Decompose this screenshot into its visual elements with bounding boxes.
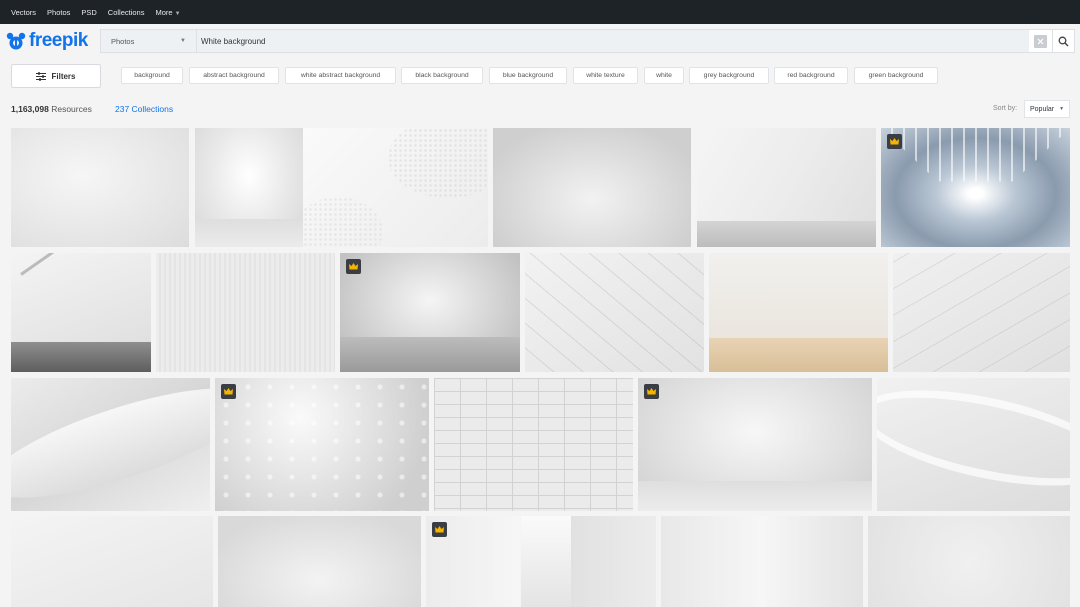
- collections-link[interactable]: 237 Collections: [115, 104, 173, 114]
- tag-blue-background[interactable]: blue background: [489, 67, 567, 84]
- nav-more-label: More: [155, 7, 173, 17]
- crown-icon: [435, 526, 444, 533]
- sort-select[interactable]: Popular ▼: [1024, 100, 1070, 118]
- image-thumbnail[interactable]: [661, 516, 863, 607]
- header: freepik Photos ▼: [0, 24, 1080, 58]
- tag-black-background[interactable]: black background: [401, 67, 483, 84]
- image-thumbnail[interactable]: [218, 516, 421, 607]
- sort-value: Popular: [1030, 105, 1055, 113]
- freepik-logo-icon: [6, 32, 26, 50]
- image-thumbnail[interactable]: [493, 128, 691, 247]
- image-thumbnail[interactable]: [11, 378, 210, 511]
- sort-label: Sort by:: [993, 105, 1018, 112]
- image-thumbnail[interactable]: [195, 128, 303, 247]
- tag-red-background[interactable]: red background: [774, 67, 848, 84]
- image-thumbnail[interactable]: [881, 128, 1070, 247]
- nav-photos[interactable]: Photos: [47, 8, 70, 17]
- caret-down-icon: ▼: [180, 38, 186, 44]
- premium-badge: [346, 259, 361, 274]
- tag-background[interactable]: background: [121, 67, 183, 84]
- image-thumbnail[interactable]: [215, 378, 429, 511]
- image-thumbnail[interactable]: [638, 378, 872, 511]
- chevron-down-icon: ▼: [174, 10, 181, 17]
- image-thumbnail[interactable]: [697, 128, 876, 247]
- search-button[interactable]: [1052, 30, 1074, 52]
- premium-badge: [432, 522, 447, 537]
- filters-button[interactable]: Filters: [11, 64, 101, 88]
- freepik-logo[interactable]: freepik: [5, 29, 96, 53]
- search-input[interactable]: [197, 30, 1029, 52]
- image-thumbnail[interactable]: [156, 253, 335, 372]
- image-thumbnail[interactable]: [303, 128, 488, 247]
- premium-badge: [221, 384, 236, 399]
- premium-badge: [644, 384, 659, 399]
- image-thumbnail[interactable]: [11, 516, 213, 607]
- top-nav: Vectors Photos PSD Collections More ▼: [0, 0, 1080, 24]
- tag-grey-background[interactable]: grey background: [689, 67, 769, 84]
- image-thumbnail[interactable]: [877, 378, 1070, 511]
- crown-icon: [349, 263, 358, 270]
- search-icon: [1058, 36, 1069, 46]
- tag-abstract-background[interactable]: abstract background: [189, 67, 279, 84]
- logo-text: freepik: [29, 30, 88, 51]
- nav-psd[interactable]: PSD: [81, 8, 96, 17]
- resource-count-number: 1,163,098: [11, 104, 49, 114]
- image-thumbnail[interactable]: [426, 516, 656, 607]
- image-thumbnail[interactable]: [709, 253, 888, 372]
- results-bar: 1,163,098 Resources 237 Collections Sort…: [0, 100, 1080, 118]
- crown-icon: [647, 388, 656, 395]
- image-thumbnail[interactable]: [893, 253, 1070, 372]
- crown-icon: [224, 388, 233, 395]
- nav-collections[interactable]: Collections: [108, 8, 145, 17]
- image-thumbnail[interactable]: [340, 253, 520, 372]
- tag-white-texture[interactable]: white texture: [573, 67, 638, 84]
- image-thumbnail[interactable]: [434, 378, 633, 511]
- tag-white[interactable]: white: [644, 67, 684, 84]
- sliders-icon: [36, 71, 47, 81]
- image-thumbnail[interactable]: [525, 253, 704, 372]
- nav-more[interactable]: More ▼: [155, 8, 180, 17]
- tag-green-background[interactable]: green background: [854, 67, 938, 84]
- search-type-select[interactable]: Photos ▼: [101, 30, 197, 52]
- filters-label: Filters: [51, 71, 76, 81]
- tag-bar: Filters background abstract background w…: [0, 64, 1080, 88]
- image-thumbnail[interactable]: [11, 253, 151, 372]
- premium-badge: [887, 134, 902, 149]
- clear-search-button[interactable]: [1034, 34, 1047, 48]
- search-type-label: Photos: [111, 36, 135, 46]
- tag-white-abstract-background[interactable]: white abstract background: [285, 67, 396, 84]
- image-thumbnail[interactable]: [11, 128, 189, 247]
- resource-count-suffix: Resources: [51, 104, 92, 114]
- search-bar: Photos ▼: [100, 29, 1075, 53]
- crown-icon: [890, 138, 899, 145]
- close-icon: [1037, 38, 1044, 44]
- image-thumbnail[interactable]: [868, 516, 1070, 607]
- nav-vectors[interactable]: Vectors: [11, 8, 36, 17]
- caret-down-icon: ▼: [1059, 106, 1065, 112]
- resource-count: 1,163,098 Resources: [11, 104, 92, 114]
